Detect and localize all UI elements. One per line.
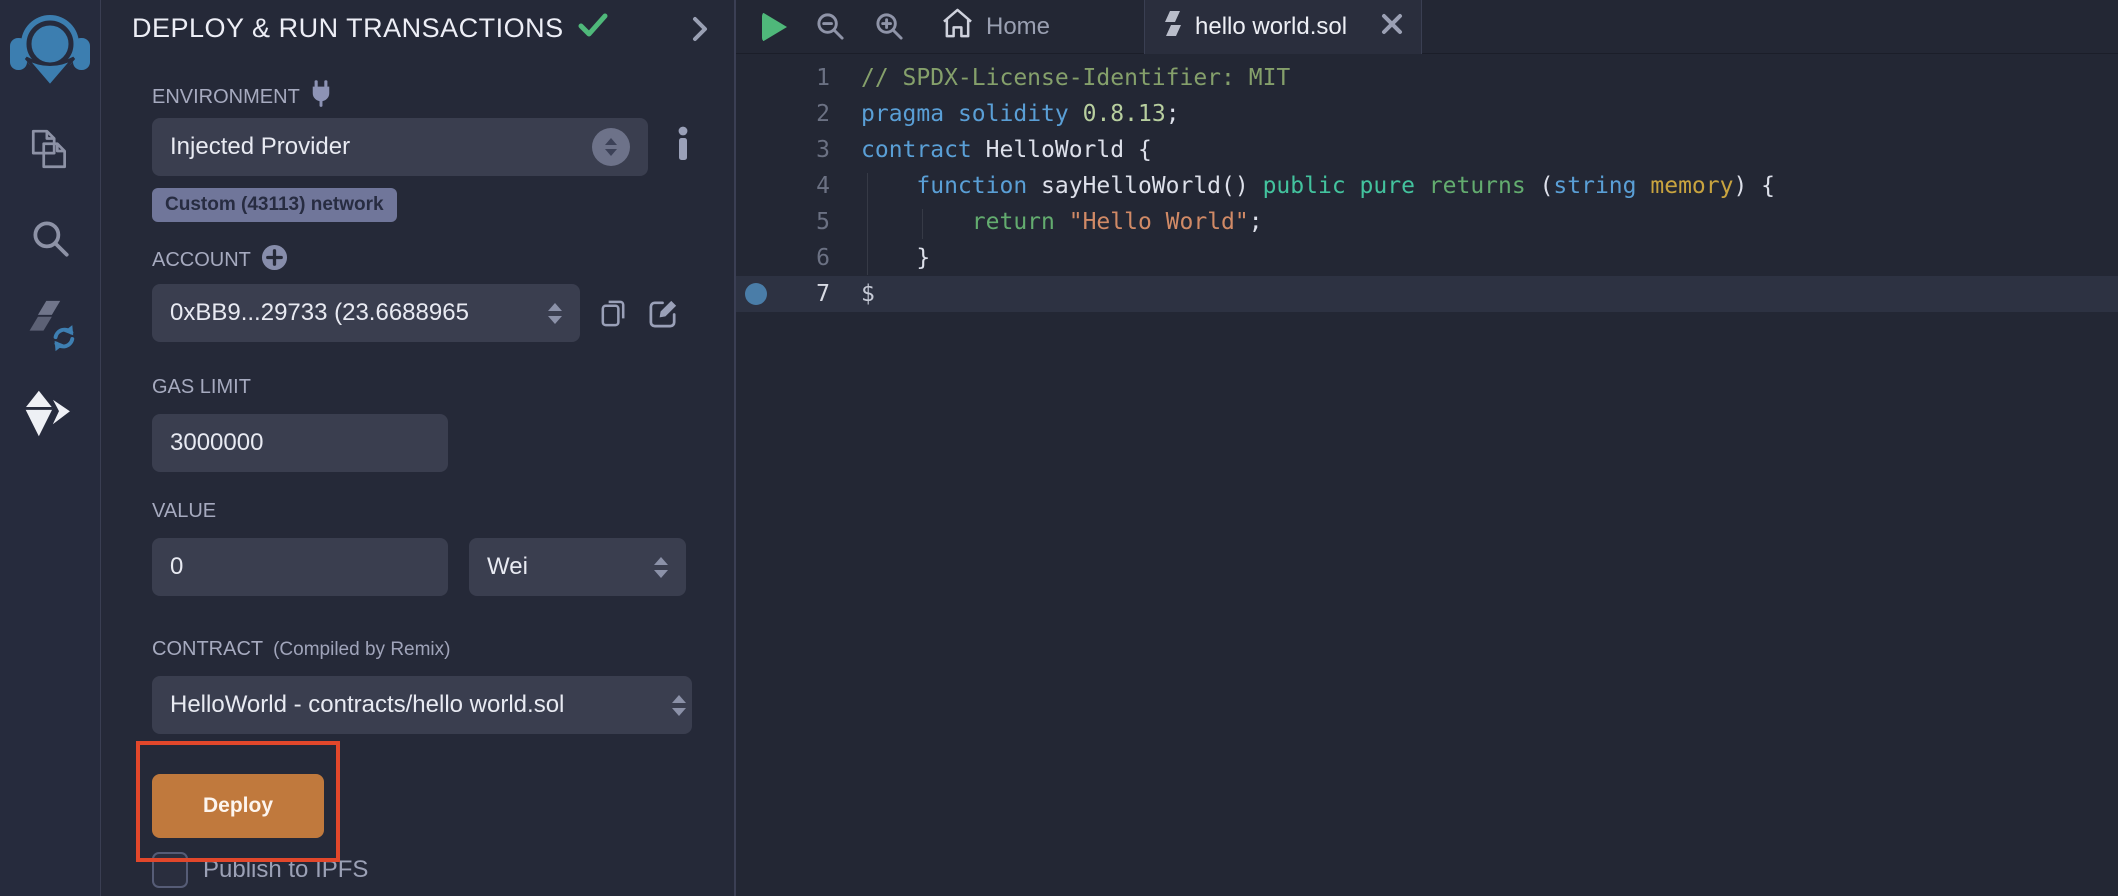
- line-number: 7: [778, 276, 844, 312]
- search-icon[interactable]: [24, 212, 76, 264]
- value-input[interactable]: 0: [152, 538, 448, 596]
- account-select-arrows-icon: [548, 303, 562, 324]
- code-text: }: [844, 240, 930, 276]
- account-select[interactable]: 0xBB9...29733 (23.6688965: [152, 284, 580, 342]
- glyph-margin[interactable]: [736, 204, 778, 240]
- line-number: 2: [778, 96, 844, 132]
- value-unit-select[interactable]: Wei: [469, 538, 686, 596]
- code-line-5[interactable]: 5 return "Hello World";: [736, 204, 2118, 240]
- collapse-panel-chevron-icon[interactable]: [692, 16, 708, 47]
- code-area[interactable]: 1// SPDX-License-Identifier: MIT2pragma …: [736, 54, 2118, 896]
- account-label: ACCOUNT: [152, 249, 251, 272]
- zoom-out-icon[interactable]: [815, 11, 846, 42]
- line-number: 1: [778, 60, 844, 96]
- panel-title: DEPLOY & RUN TRANSACTIONS: [132, 12, 608, 45]
- code-line-7[interactable]: 7$: [736, 276, 2118, 312]
- tab-home[interactable]: Home: [931, 0, 1060, 53]
- glyph-margin[interactable]: [736, 96, 778, 132]
- line-number: 4: [778, 168, 844, 204]
- account-selected-value: 0xBB9...29733 (23.6688965: [170, 299, 540, 327]
- plug-icon: [310, 80, 332, 114]
- home-icon: [941, 8, 974, 46]
- value-label: VALUE: [152, 500, 216, 523]
- contract-select[interactable]: HelloWorld - contracts/hello world.sol: [152, 676, 692, 734]
- environment-select[interactable]: Injected Provider: [152, 118, 648, 176]
- gas-limit-label: GAS LIMIT: [152, 376, 251, 399]
- glyph-margin[interactable]: [736, 168, 778, 204]
- solidity-compiler-icon[interactable]: [24, 300, 76, 352]
- contract-select-arrows-icon: [672, 695, 686, 716]
- check-icon: [578, 12, 608, 45]
- code-editor: Home hello world.sol 1/: [736, 0, 2118, 896]
- add-account-icon[interactable]: [261, 244, 288, 277]
- editor-tabbar: Home hello world.sol: [736, 0, 2118, 54]
- code-line-3[interactable]: 3contract HelloWorld {: [736, 132, 2118, 168]
- value-unit: Wei: [487, 553, 646, 581]
- glyph-margin[interactable]: [736, 60, 778, 96]
- publish-to-ipfs-checkbox[interactable]: [152, 852, 188, 888]
- code-text: pragma solidity 0.8.13;: [844, 96, 1180, 132]
- code-line-1[interactable]: 1// SPDX-License-Identifier: MIT: [736, 60, 2118, 96]
- icon-rail: [0, 0, 101, 896]
- line-number: 3: [778, 132, 844, 168]
- code-text: function sayHelloWorld() public pure ret…: [844, 168, 1775, 204]
- environment-selected-value: Injected Provider: [170, 133, 592, 161]
- run-script-icon[interactable]: [762, 12, 787, 42]
- indent-guide: [867, 173, 868, 275]
- contract-label-row: CONTRACT (Compiled by Remix): [152, 638, 450, 661]
- account-label-row: ACCOUNT: [152, 244, 288, 277]
- remix-logo-icon[interactable]: [9, 8, 91, 88]
- copy-account-icon[interactable]: [597, 297, 630, 330]
- home-tab-label: Home: [986, 13, 1050, 41]
- environment-label: ENVIRONMENT: [152, 86, 300, 109]
- indent-guide: [922, 209, 923, 239]
- gas-limit-value: 3000000: [170, 429, 430, 457]
- solidity-file-icon: [1163, 10, 1183, 45]
- line-number: 6: [778, 240, 844, 276]
- glyph-margin[interactable]: [736, 132, 778, 168]
- edit-account-icon[interactable]: [647, 297, 680, 330]
- value-label-row: VALUE: [152, 500, 216, 523]
- glyph-margin[interactable]: [736, 276, 778, 312]
- tab-hello-world-sol[interactable]: hello world.sol: [1144, 0, 1422, 54]
- code-line-2[interactable]: 2pragma solidity 0.8.13;: [736, 96, 2118, 132]
- code-text: return "Hello World";: [844, 204, 1263, 240]
- glyph-margin[interactable]: [736, 240, 778, 276]
- deploy-run-panel: DEPLOY & RUN TRANSACTIONS ENVIRONMENT In…: [101, 0, 736, 896]
- zoom-in-icon[interactable]: [874, 11, 905, 42]
- close-tab-icon[interactable]: [1381, 13, 1403, 42]
- code-text: $: [844, 276, 875, 312]
- environment-info-icon[interactable]: [673, 126, 693, 160]
- value-amount: 0: [170, 553, 430, 581]
- environment-label-row: ENVIRONMENT: [152, 80, 332, 114]
- remix-ide-window: DEPLOY & RUN TRANSACTIONS ENVIRONMENT In…: [0, 0, 2118, 896]
- network-badge: Custom (43113) network: [152, 188, 397, 222]
- line-number: 5: [778, 204, 844, 240]
- code-text: // SPDX-License-Identifier: MIT: [844, 60, 1290, 96]
- publish-to-ipfs-label: Publish to IPFS: [203, 856, 368, 884]
- environment-select-arrows-icon: [592, 128, 630, 166]
- value-unit-arrows-icon: [654, 557, 668, 578]
- code-line-4[interactable]: 4 function sayHelloWorld() public pure r…: [736, 168, 2118, 204]
- file-tab-label: hello world.sol: [1195, 13, 1347, 41]
- contract-sub-label: (Compiled by Remix): [273, 639, 450, 661]
- code-text: contract HelloWorld {: [844, 132, 1152, 168]
- deploy-and-run-icon[interactable]: [24, 388, 76, 440]
- gas-limit-input[interactable]: 3000000: [152, 414, 448, 472]
- panel-title-text: DEPLOY & RUN TRANSACTIONS: [132, 13, 564, 44]
- contract-label: CONTRACT: [152, 638, 263, 661]
- code-line-6[interactable]: 6 }: [736, 240, 2118, 276]
- deploy-button[interactable]: Deploy: [152, 774, 324, 838]
- file-explorer-icon[interactable]: [24, 124, 76, 176]
- gas-limit-label-row: GAS LIMIT: [152, 376, 251, 399]
- breakpoint-dot-icon[interactable]: [745, 283, 767, 305]
- contract-selected-value: HelloWorld - contracts/hello world.sol: [170, 691, 670, 719]
